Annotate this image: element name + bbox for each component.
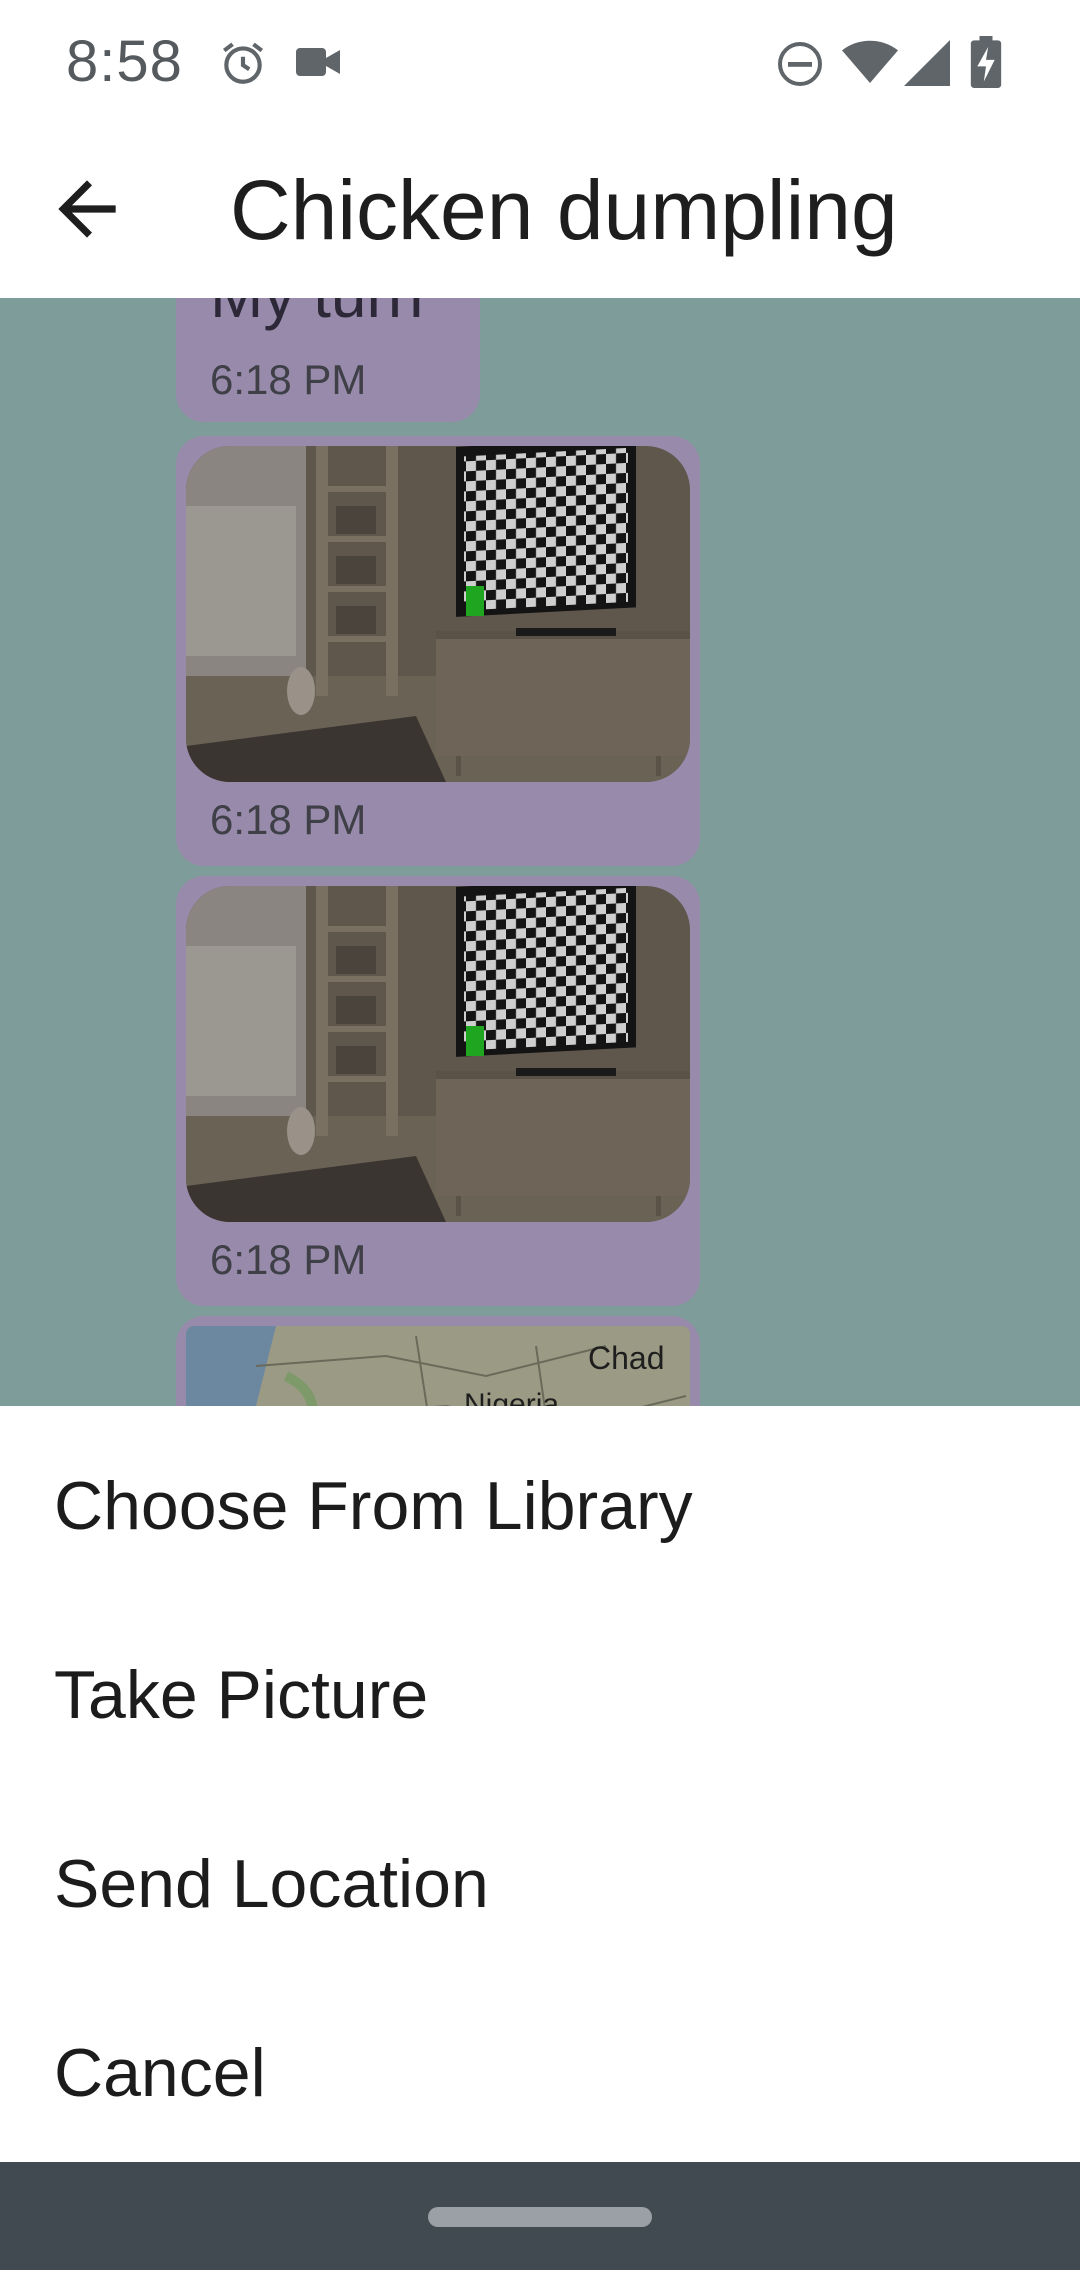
chat-title: Chicken dumpling bbox=[230, 163, 898, 257]
map-label-chad: Chad bbox=[588, 1340, 665, 1376]
location-map[interactable]: Chad Nigeria bbox=[186, 1326, 690, 1406]
message-bubble[interactable]: My turn 6:18 PM bbox=[176, 298, 480, 422]
take-picture-option[interactable]: Take Picture bbox=[54, 1605, 1034, 1785]
message-bubble[interactable]: 6:18 PM bbox=[176, 436, 700, 866]
chessboard-tv-room-photo bbox=[186, 446, 690, 782]
message-text: My turn bbox=[210, 298, 423, 332]
message-list[interactable]: My turn 6:18 PM bbox=[0, 298, 1080, 1406]
home-gesture-handle[interactable] bbox=[428, 2207, 652, 2227]
chessboard-tv-room-photo bbox=[186, 886, 690, 1222]
send-location-option[interactable]: Send Location bbox=[54, 1794, 1034, 1974]
message-time: 6:18 PM bbox=[210, 356, 367, 403]
message-time: 6:18 PM bbox=[210, 796, 367, 843]
wifi-icon bbox=[842, 40, 898, 83]
system-nav-bar bbox=[0, 2162, 1080, 2270]
map-label-nigeria: Nigeria bbox=[464, 1388, 560, 1406]
cell-signal-icon bbox=[904, 40, 950, 86]
video-camera-icon bbox=[296, 48, 340, 76]
message-photo[interactable] bbox=[186, 886, 690, 1222]
message-time: 6:18 PM bbox=[210, 1236, 367, 1283]
arrow-back-icon bbox=[58, 180, 116, 238]
cancel-option[interactable]: Cancel bbox=[54, 1983, 1034, 2163]
do-not-disturb-icon bbox=[778, 42, 822, 86]
status-bar: 8:58 bbox=[0, 0, 1080, 126]
message-bubble[interactable]: Chad Nigeria bbox=[176, 1316, 700, 1406]
alarm-icon bbox=[223, 42, 263, 84]
message-bubble[interactable]: 6:18 PM bbox=[176, 876, 700, 1306]
battery-charging-icon bbox=[970, 36, 1002, 88]
choose-from-library-option[interactable]: Choose From Library bbox=[54, 1416, 1034, 1596]
message-photo[interactable] bbox=[186, 446, 690, 782]
status-time: 8:58 bbox=[66, 29, 183, 94]
back-button[interactable] bbox=[44, 166, 130, 252]
attachment-options-sheet: Choose From Library Take Picture Send Lo… bbox=[0, 1406, 1080, 2162]
app-bar: Chicken dumpling bbox=[0, 126, 1080, 298]
